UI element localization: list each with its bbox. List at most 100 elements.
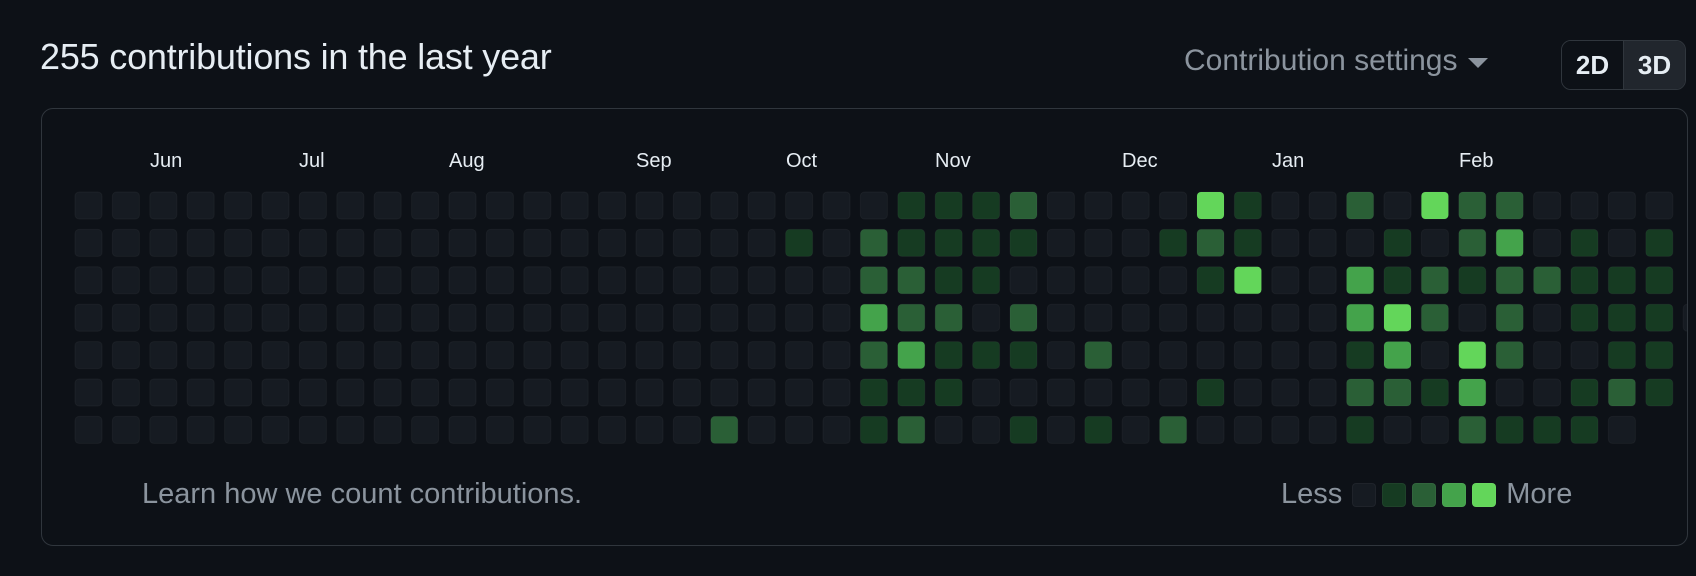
contribution-day-cell[interactable]	[1084, 191, 1113, 220]
contribution-day-cell[interactable]	[1607, 266, 1636, 295]
view-2d-button[interactable]: 2D	[1562, 41, 1623, 89]
contribution-day-cell[interactable]	[1271, 191, 1300, 220]
contribution-day-cell[interactable]	[560, 228, 589, 257]
contribution-day-cell[interactable]	[298, 378, 327, 407]
contribution-day-cell[interactable]	[897, 228, 926, 257]
contribution-day-cell[interactable]	[336, 341, 365, 370]
contribution-day-cell[interactable]	[1046, 378, 1075, 407]
contribution-day-cell[interactable]	[560, 266, 589, 295]
contribution-day-cell[interactable]	[1121, 378, 1150, 407]
contribution-day-cell[interactable]	[1383, 191, 1412, 220]
contribution-day-cell[interactable]	[523, 266, 552, 295]
contribution-day-cell[interactable]	[1420, 303, 1449, 332]
contribution-day-cell[interactable]	[411, 266, 440, 295]
contribution-day-cell[interactable]	[1084, 415, 1113, 444]
contribution-day-cell[interactable]	[1346, 341, 1375, 370]
contribution-day-cell[interactable]	[448, 303, 477, 332]
contribution-day-cell[interactable]	[1009, 415, 1038, 444]
contribution-day-cell[interactable]	[1346, 266, 1375, 295]
contribution-day-cell[interactable]	[1383, 266, 1412, 295]
contribution-day-cell[interactable]	[1533, 303, 1562, 332]
contribution-day-cell[interactable]	[1121, 228, 1150, 257]
contribution-day-cell[interactable]	[672, 228, 701, 257]
contribution-day-cell[interactable]	[1495, 266, 1524, 295]
contribution-day-cell[interactable]	[523, 378, 552, 407]
contribution-day-cell[interactable]	[598, 266, 627, 295]
contribution-day-cell[interactable]	[1121, 191, 1150, 220]
contribution-day-cell[interactable]	[298, 228, 327, 257]
contribution-day-cell[interactable]	[1383, 303, 1412, 332]
contribution-day-cell[interactable]	[411, 303, 440, 332]
contribution-day-cell[interactable]	[710, 191, 739, 220]
contribution-day-cell[interactable]	[934, 378, 963, 407]
contribution-day-cell[interactable]	[672, 266, 701, 295]
contribution-day-cell[interactable]	[485, 341, 514, 370]
contribution-day-cell[interactable]	[1570, 378, 1599, 407]
contribution-day-cell[interactable]	[485, 378, 514, 407]
contribution-day-cell[interactable]	[523, 303, 552, 332]
contribution-day-cell[interactable]	[411, 415, 440, 444]
contribution-day-cell[interactable]	[1308, 266, 1337, 295]
contribution-day-cell[interactable]	[111, 228, 140, 257]
contribution-day-cell[interactable]	[747, 191, 776, 220]
contribution-day-cell[interactable]	[1570, 228, 1599, 257]
contribution-day-cell[interactable]	[1495, 415, 1524, 444]
contribution-day-cell[interactable]	[1196, 303, 1225, 332]
contribution-day-cell[interactable]	[1233, 228, 1262, 257]
contribution-day-cell[interactable]	[785, 303, 814, 332]
contribution-day-cell[interactable]	[934, 266, 963, 295]
contribution-day-cell[interactable]	[74, 415, 103, 444]
contribution-day-cell[interactable]	[635, 378, 664, 407]
contribution-day-cell[interactable]	[710, 266, 739, 295]
contribution-day-cell[interactable]	[1308, 191, 1337, 220]
contribution-day-cell[interactable]	[560, 378, 589, 407]
contribution-day-cell[interactable]	[1495, 303, 1524, 332]
contribution-day-cell[interactable]	[1159, 191, 1188, 220]
contribution-day-cell[interactable]	[149, 303, 178, 332]
contribution-day-cell[interactable]	[149, 415, 178, 444]
contribution-day-cell[interactable]	[859, 266, 888, 295]
contribution-day-cell[interactable]	[1645, 191, 1674, 220]
contribution-day-cell[interactable]	[1458, 303, 1487, 332]
contribution-day-cell[interactable]	[598, 191, 627, 220]
contribution-day-cell[interactable]	[785, 191, 814, 220]
contribution-day-cell[interactable]	[373, 378, 402, 407]
contribution-day-cell[interactable]	[336, 415, 365, 444]
contribution-day-cell[interactable]	[1159, 341, 1188, 370]
contribution-day-cell[interactable]	[1645, 341, 1674, 370]
contribution-day-cell[interactable]	[560, 415, 589, 444]
contribution-day-cell[interactable]	[859, 303, 888, 332]
contribution-day-cell[interactable]	[111, 266, 140, 295]
contribution-day-cell[interactable]	[1570, 191, 1599, 220]
contribution-day-cell[interactable]	[186, 228, 215, 257]
contribution-day-cell[interactable]	[635, 303, 664, 332]
contribution-day-cell[interactable]	[1159, 378, 1188, 407]
contribution-day-cell[interactable]	[822, 378, 851, 407]
contribution-day-cell[interactable]	[1196, 415, 1225, 444]
contribution-day-cell[interactable]	[1607, 228, 1636, 257]
contribution-day-cell[interactable]	[1607, 303, 1636, 332]
contribution-day-cell[interactable]	[1420, 415, 1449, 444]
contribution-day-cell[interactable]	[635, 228, 664, 257]
contribution-day-cell[interactable]	[897, 378, 926, 407]
contribution-day-cell[interactable]	[1495, 191, 1524, 220]
contribution-day-cell[interactable]	[1233, 415, 1262, 444]
contribution-day-cell[interactable]	[972, 303, 1001, 332]
contribution-day-cell[interactable]	[1121, 266, 1150, 295]
contribution-day-cell[interactable]	[1495, 378, 1524, 407]
contribution-day-cell[interactable]	[1495, 228, 1524, 257]
contribution-day-cell[interactable]	[224, 341, 253, 370]
contribution-day-cell[interactable]	[1121, 341, 1150, 370]
contribution-day-cell[interactable]	[747, 228, 776, 257]
contribution-day-cell[interactable]	[822, 266, 851, 295]
contribution-day-cell[interactable]	[1346, 303, 1375, 332]
contribution-day-cell[interactable]	[1196, 378, 1225, 407]
contribution-day-cell[interactable]	[747, 303, 776, 332]
contribution-day-cell[interactable]	[523, 191, 552, 220]
contribution-day-cell[interactable]	[1682, 303, 1688, 332]
contribution-day-cell[interactable]	[485, 228, 514, 257]
contribution-day-cell[interactable]	[411, 191, 440, 220]
contribution-day-cell[interactable]	[1308, 378, 1337, 407]
contribution-day-cell[interactable]	[149, 378, 178, 407]
contribution-day-cell[interactable]	[710, 341, 739, 370]
